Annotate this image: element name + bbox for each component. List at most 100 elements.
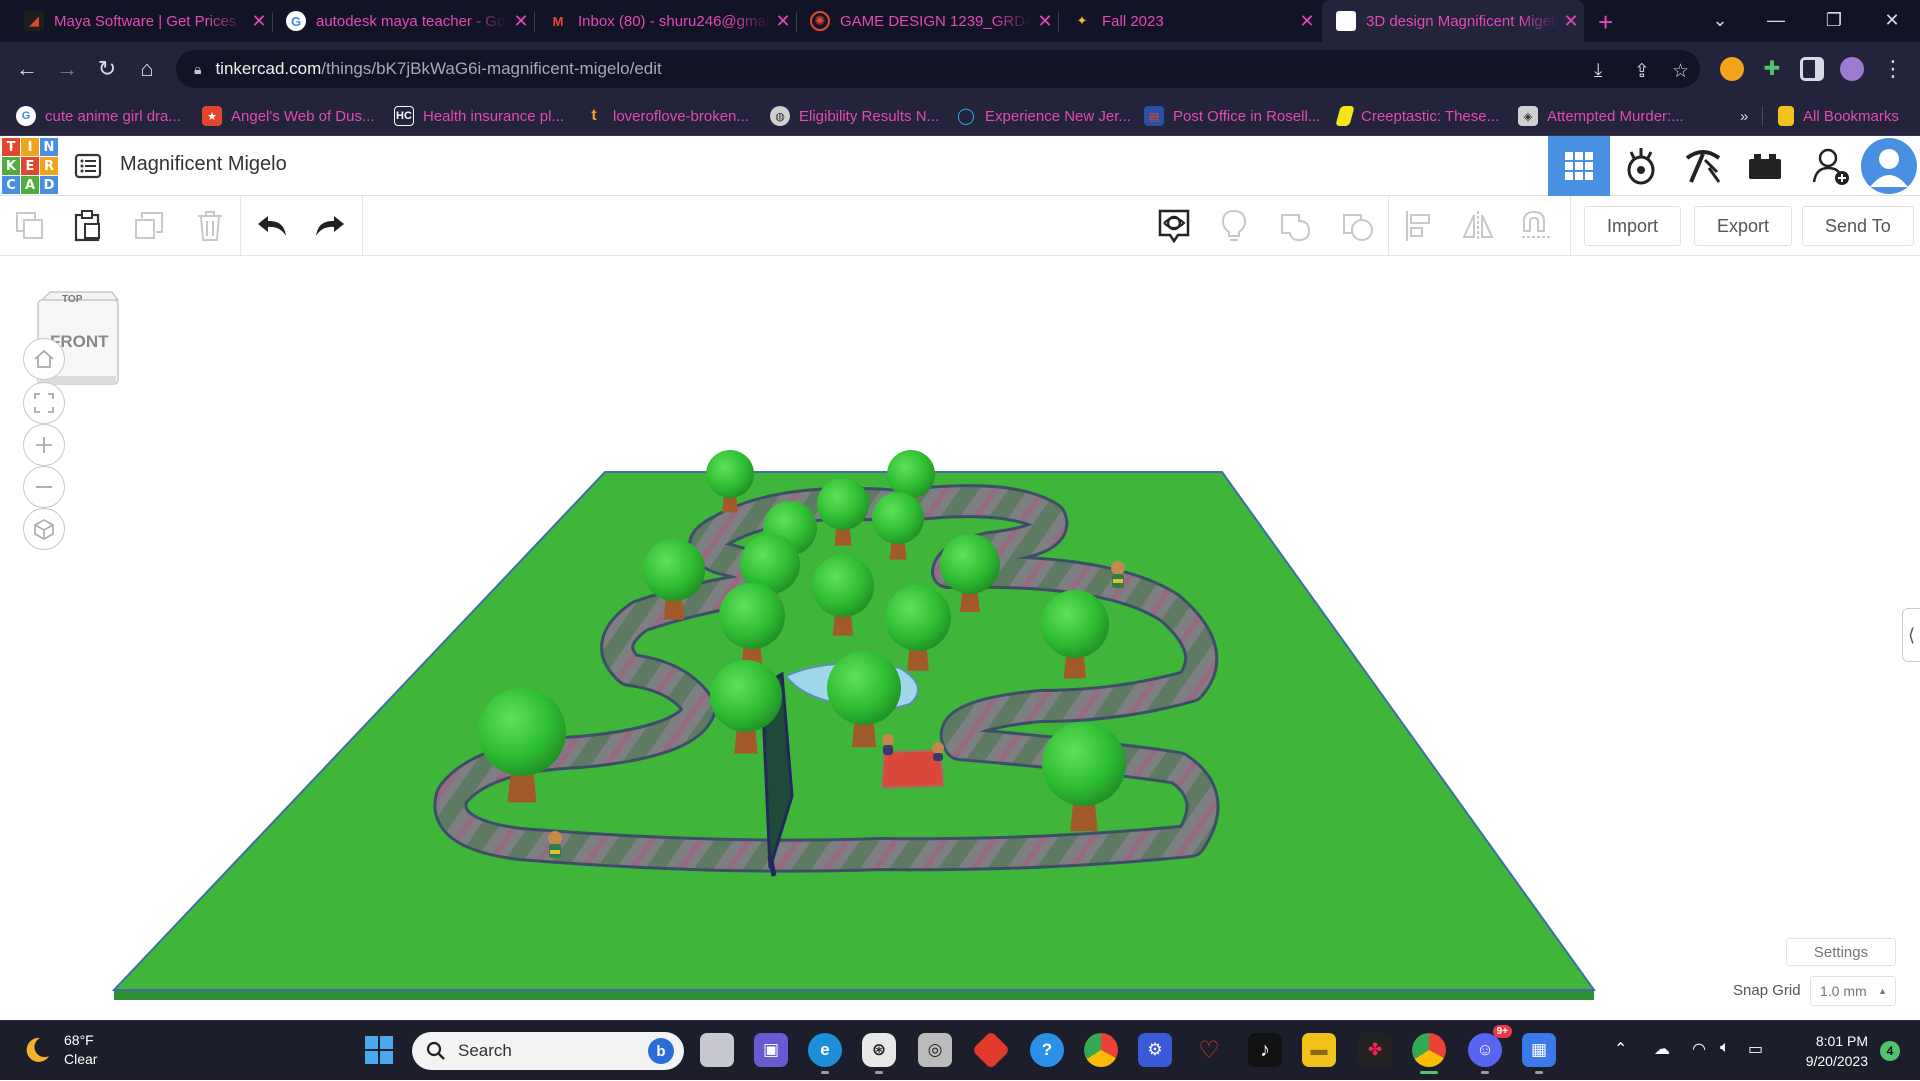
align-button[interactable] [1400,208,1436,244]
3d-workplane-viewport[interactable]: TOP FRONT ⟨ Settings Snap Grid 1.0 mm ▲ [0,256,1920,1020]
side-panel-icon[interactable] [1800,57,1824,81]
tab-gmail-inbox[interactable]: M Inbox (80) - shuru246@gmail.com ✕ [534,0,797,42]
reload-icon[interactable]: ↻ [94,56,120,82]
all-bookmarks-button[interactable]: All Bookmarks [1778,96,1899,136]
calendar-app-icon[interactable]: ▦ [1522,1033,1556,1074]
address-bar[interactable]: 🔒︎ tinkercad.com/things/bK7jBkWaG6i-magn… [176,50,1700,88]
close-tab-icon[interactable]: ✕ [508,11,534,32]
copy-button[interactable] [12,208,48,244]
duplicate-button[interactable] [132,208,168,244]
delete-button[interactable] [192,208,228,244]
edge-browser-icon[interactable]: e [808,1033,842,1074]
extension-icon[interactable] [1720,57,1744,81]
close-tab-icon[interactable]: ✕ [770,11,796,32]
ungroup-button[interactable] [1340,208,1376,244]
tab-fall-2023[interactable]: ✦ Fall 2023 ✕ [1058,0,1320,42]
bookmark-item[interactable]: ◍ Eligibility Results N... [770,96,939,136]
tab-google-search[interactable]: G autodesk maya teacher - Google Search … [272,0,535,42]
bookmark-item[interactable]: HC Health insurance pl... [394,96,564,136]
notes-button[interactable] [1156,208,1192,244]
weather-widget[interactable]: 68°F Clear [22,1031,97,1069]
volume-icon[interactable]: 🔈︎ [1720,1039,1730,1057]
more-menu-icon[interactable]: ⋮ [1880,56,1906,82]
chatgpt-icon[interactable]: ⊛ [862,1033,896,1074]
onedrive-icon[interactable]: ☁ [1654,1039,1670,1059]
chrome-icon[interactable] [1084,1033,1118,1067]
collapse-panel-button[interactable]: ⟨ [1902,608,1920,662]
profile-avatar-icon[interactable] [1840,57,1864,81]
bookmarks-overflow-button[interactable]: » [1740,96,1748,136]
zoom-in-button[interactable] [23,424,65,466]
puzzle-extensions-icon[interactable]: ✚ [1760,57,1784,81]
view-cube-top-label[interactable]: TOP [62,294,82,305]
minimize-button[interactable]: — [1748,0,1804,40]
show-hide-button[interactable] [1216,208,1252,244]
home-icon[interactable]: ⌂ [134,56,160,82]
invite-people-button[interactable] [1800,136,1862,196]
close-window-button[interactable]: ✕ [1864,0,1920,40]
3d-design-view-button[interactable] [1548,136,1610,196]
task-view-icon[interactable] [700,1033,734,1067]
export-button[interactable]: Export [1694,206,1793,246]
design-title[interactable]: Magnificent Migelo [120,153,287,176]
bookmark-item[interactable]: ◯ Experience New Jer... [956,96,1131,136]
bing-icon[interactable]: b [648,1038,674,1064]
bookmark-item[interactable]: ▤ Post Office in Rosell... [1144,96,1320,136]
tab-tinkercad-design[interactable]: 3D design Magnificent Migelo ✕ [1322,0,1584,42]
battery-icon[interactable]: ▭ [1748,1039,1763,1059]
install-app-icon[interactable]: ⤓ [1594,60,1602,82]
fit-view-button[interactable] [23,382,65,424]
discord-icon[interactable]: ☺ 9+ [1468,1025,1512,1074]
restore-button[interactable]: ❐ [1806,0,1862,40]
file-explorer-icon[interactable]: ▬ [1302,1033,1336,1067]
tiktok-icon[interactable]: ♪ [1248,1033,1282,1067]
ortho-view-button[interactable] [23,508,65,550]
undo-button[interactable] [254,208,290,244]
close-tab-icon[interactable]: ✕ [1294,11,1320,32]
snap-grid-select[interactable]: 1.0 mm ▲ [1810,976,1896,1006]
mirror-button[interactable] [1460,208,1496,244]
import-button[interactable]: Import [1584,206,1682,246]
close-tab-icon[interactable]: ✕ [1032,11,1058,32]
help-app-icon[interactable]: ? [1030,1033,1064,1067]
settings-button[interactable]: Settings [1786,938,1896,966]
wifi-icon[interactable]: ◠ [1692,1039,1706,1059]
paste-button[interactable] [70,208,106,244]
design-list-icon[interactable] [74,152,102,180]
tab-game-design[interactable]: ✺ GAME DESIGN 1239_GRD4 ✕ [796,0,1059,42]
bookmark-item[interactable]: ★ Angel's Web of Dus... [202,96,375,136]
home-view-button[interactable] [23,338,65,380]
sim-lab-button[interactable] [1610,136,1672,196]
zoom-out-button[interactable] [23,466,65,508]
figma-icon[interactable]: ✤ [1358,1033,1392,1067]
3d-scene[interactable] [0,256,1920,1020]
bookmark-item[interactable]: Creeptastic: These... [1335,96,1499,136]
cruise-button[interactable] [1518,208,1554,244]
bookmark-item[interactable]: t loveroflove-broken... [584,96,749,136]
tab-maya-software[interactable]: ◢ Maya Software | Get Prices ✕ [10,0,273,42]
new-tab-button[interactable]: + [1598,7,1613,38]
app-swirl-icon[interactable]: ◎ [918,1033,952,1067]
close-tab-icon[interactable]: ✕ [246,11,272,32]
taskbar-search-box[interactable]: Search b [412,1032,684,1070]
send-to-button[interactable]: Send To [1802,206,1914,246]
notification-badge[interactable]: 4 [1880,1041,1900,1061]
forward-icon[interactable]: → [54,56,80,82]
autodesk-app-icon[interactable] [971,1030,1011,1070]
bookmark-item[interactable]: ◈ Attempted Murder:... [1518,96,1684,136]
tinkercad-logo[interactable]: T I N K E R C A D [2,138,58,194]
character-figure[interactable] [932,742,944,761]
redo-button[interactable] [312,208,348,244]
adobe-app-icon[interactable]: ♡ [1192,1033,1226,1067]
chrome-active-icon[interactable] [1412,1033,1446,1074]
back-icon[interactable]: ← [14,56,40,82]
outlook-icon[interactable]: ⚙ [1138,1033,1172,1067]
codeblocks-button[interactable] [1672,136,1734,196]
tray-overflow-icon[interactable]: ⌃ [1614,1039,1627,1059]
bookmark-star-icon[interactable]: ☆ [1672,60,1689,83]
teams-chat-icon[interactable]: ▣ [754,1033,788,1067]
system-clock[interactable]: 8:01 PM 9/20/2023 [1806,1031,1868,1071]
start-button[interactable] [362,1033,396,1067]
tab-search-dropdown-icon[interactable]: ⌄ [1692,0,1748,40]
account-button[interactable] [1858,136,1920,196]
